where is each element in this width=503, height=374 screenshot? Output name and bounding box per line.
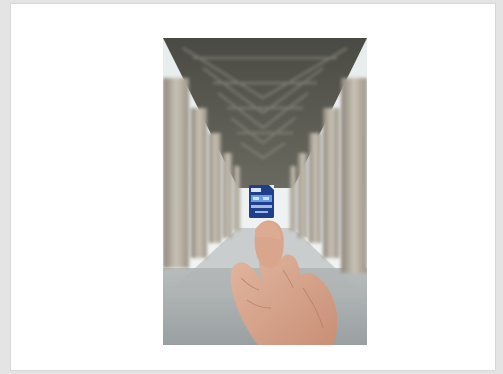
sd-card — [249, 185, 274, 218]
viewer-frame — [10, 3, 496, 371]
photo — [163, 38, 367, 345]
photo-image — [163, 38, 367, 345]
